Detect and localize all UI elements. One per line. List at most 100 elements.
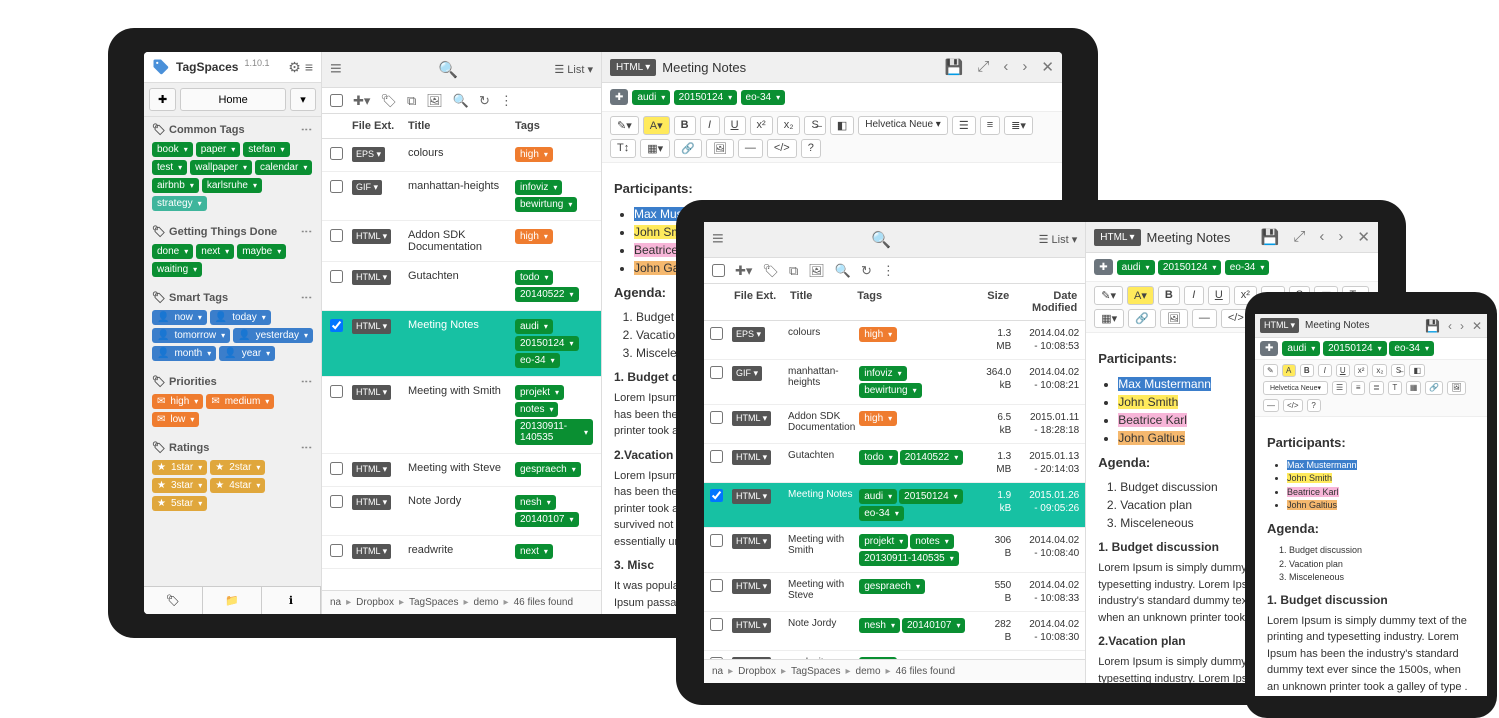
ext-pill[interactable]: HTML ▾	[352, 385, 391, 400]
ext-pill[interactable]: HTML ▾	[352, 495, 391, 510]
select-all-checkbox[interactable]	[330, 94, 343, 107]
footer-tags-button[interactable]: 🏷	[144, 587, 203, 614]
tag-month[interactable]: 👤month▾	[152, 346, 216, 361]
tag-today[interactable]: 👤today▾	[210, 310, 271, 325]
tag-eo-34[interactable]: eo-34▾	[515, 353, 560, 368]
tag-20140522[interactable]: 20140522▾	[515, 287, 579, 302]
tag-eo-34[interactable]: eo-34▾	[1389, 341, 1434, 356]
ext-pill[interactable]: HTML ▾	[732, 534, 771, 549]
tag-20150124[interactable]: 20150124▾	[674, 90, 738, 105]
group-menu-icon[interactable]: ⋮	[300, 124, 313, 135]
file-row[interactable]: GIF ▾ manhattan-heights infoviz▾bewirtun…	[704, 360, 1085, 405]
more-icon[interactable]: ⋮	[882, 264, 895, 277]
file-row[interactable]: EPS ▾ colours high▾	[322, 139, 601, 172]
save-icon[interactable]: 💾	[945, 58, 964, 76]
tag-icon[interactable]: 🏷	[380, 94, 397, 107]
prev-icon[interactable]: ‹	[1003, 58, 1008, 76]
tag-projekt[interactable]: projekt▾	[515, 385, 564, 400]
tag-group-header[interactable]: 🏷 Ratings⋮	[144, 435, 321, 460]
crumb[interactable]: Dropbox	[723, 666, 776, 677]
tag-todo[interactable]: todo▾	[515, 270, 553, 285]
zoom-icon[interactable]: 🔍	[835, 264, 851, 277]
file-row[interactable]: GIF ▾ manhattan-heights infoviz▾bewirtun…	[322, 172, 601, 221]
tag-maybe[interactable]: maybe▾	[237, 244, 286, 259]
image-icon[interactable]: 🖼	[808, 264, 825, 277]
row-checkbox[interactable]	[330, 385, 343, 398]
row-checkbox[interactable]	[710, 618, 723, 631]
file-row[interactable]: HTML ▾ Note Jordy nesh▾20140107▾	[322, 487, 601, 536]
tag-waiting[interactable]: waiting▾	[152, 262, 202, 277]
tag-20150124[interactable]: 20150124▾	[899, 489, 963, 504]
highlight-button[interactable]: A▾	[643, 116, 670, 135]
tag-5star[interactable]: ★5star▾	[152, 496, 207, 511]
help-button[interactable]: ?	[801, 139, 821, 158]
tag-year[interactable]: 👤year▾	[219, 346, 275, 361]
file-row[interactable]: HTML ▾ Meeting with Steve gespraech▾550B…	[704, 573, 1085, 612]
file-row[interactable]: HTML ▾ Note Jordy nesh▾20140107▾282B 201…	[704, 612, 1085, 651]
tag-stefan[interactable]: stefan▾	[243, 142, 289, 157]
tag-group-header[interactable]: 🏷 Priorities⋮	[144, 369, 321, 394]
tag-audi[interactable]: audi▾	[1282, 341, 1320, 356]
col-tags[interactable]: Tags	[515, 120, 593, 132]
tag-1star[interactable]: ★1star▾	[152, 460, 207, 475]
ext-pill[interactable]: HTML ▾	[732, 489, 771, 504]
tag-20150124[interactable]: 20150124▾	[1158, 260, 1222, 275]
crumb[interactable]: TagSpaces	[394, 597, 459, 608]
next-icon[interactable]: ›	[1460, 319, 1464, 333]
tag-notes[interactable]: notes▾	[910, 534, 953, 549]
file-ext-badge[interactable]: HTML ▾	[1094, 229, 1140, 246]
tag-strategy[interactable]: strategy▾	[152, 196, 207, 211]
file-row[interactable]: HTML ▾ Addon SDK Documentation high▾	[322, 221, 601, 262]
footer-folder-button[interactable]: 📁	[203, 587, 262, 614]
hr-button[interactable]: —	[738, 139, 763, 158]
image-button[interactable]: 🖼	[706, 139, 734, 158]
tag-airbnb[interactable]: airbnb▾	[152, 178, 199, 193]
tag-audi[interactable]: audi▾	[859, 489, 897, 504]
tag-calendar[interactable]: calendar▾	[255, 160, 312, 175]
tag-next[interactable]: next▾	[196, 244, 234, 259]
ext-pill[interactable]: HTML ▾	[732, 618, 771, 633]
tag-20130911-140535[interactable]: 20130911-140535▾	[859, 551, 958, 566]
file-row[interactable]: HTML ▾ Gutachten todo▾20140522▾	[322, 262, 601, 311]
prev-icon[interactable]: ‹	[1448, 319, 1452, 333]
more-icon[interactable]: ⋮	[500, 94, 513, 107]
ul-button[interactable]: ☰	[952, 116, 976, 135]
clear-button[interactable]: ◧	[830, 116, 854, 135]
file-row[interactable]: HTML ▾ readwrite next▾	[322, 536, 601, 569]
tag-high[interactable]: ✉high▾	[152, 394, 203, 409]
sup-button[interactable]: x²	[750, 116, 773, 135]
brush-button[interactable]: ✎▾	[610, 116, 639, 135]
tag-audi[interactable]: audi▾	[632, 90, 670, 105]
crumb[interactable]: demo	[840, 666, 880, 677]
file-row[interactable]: HTML ▾ Meeting Notes audi▾20150124▾eo-34…	[704, 483, 1085, 528]
file-row[interactable]: EPS ▾ colours high▾1.3MB 2014.04.02- 10:…	[704, 321, 1085, 360]
tag-nesh[interactable]: nesh▾	[859, 618, 900, 633]
tag-3star[interactable]: ★3star▾	[152, 478, 207, 493]
next-icon[interactable]: ›	[1022, 58, 1027, 76]
crumb[interactable]: 46 files found	[499, 597, 574, 608]
refresh-icon[interactable]: ↻	[861, 264, 872, 277]
row-checkbox[interactable]	[330, 462, 343, 475]
col-title[interactable]: Title	[408, 120, 515, 132]
group-menu-icon[interactable]: ⋮	[300, 226, 313, 237]
tag-eo-34[interactable]: eo-34▾	[741, 90, 786, 105]
row-checkbox[interactable]	[710, 579, 723, 592]
tag-tomorrow[interactable]: 👤tomorrow▾	[152, 328, 230, 343]
group-menu-icon[interactable]: ⋮	[300, 442, 313, 453]
save-icon[interactable]: 💾	[1425, 319, 1440, 333]
tag-icon[interactable]: 🏷	[762, 264, 779, 277]
file-row[interactable]: HTML ▾ Meeting with Smith projekt▾notes▾…	[704, 528, 1085, 573]
add-tag-button[interactable]: ✚	[1094, 259, 1112, 275]
font-select[interactable]: Helvetica Neue ▾	[858, 116, 948, 135]
tag-bewirtung[interactable]: bewirtung▾	[859, 383, 921, 398]
crumb[interactable]: na	[330, 597, 341, 608]
file-row[interactable]: HTML ▾ Meeting Notes audi▾20150124▾eo-34…	[322, 311, 601, 377]
row-checkbox[interactable]	[710, 327, 723, 340]
save-icon[interactable]: 💾	[1261, 228, 1280, 246]
tag-group-header[interactable]: 🏷 Common Tags⋮	[144, 117, 321, 142]
row-checkbox[interactable]	[330, 180, 343, 193]
prev-icon[interactable]: ‹	[1319, 228, 1324, 246]
underline-button[interactable]: U	[724, 116, 746, 135]
add-icon[interactable]: ✚▾	[353, 94, 370, 107]
row-checkbox[interactable]	[330, 147, 343, 160]
